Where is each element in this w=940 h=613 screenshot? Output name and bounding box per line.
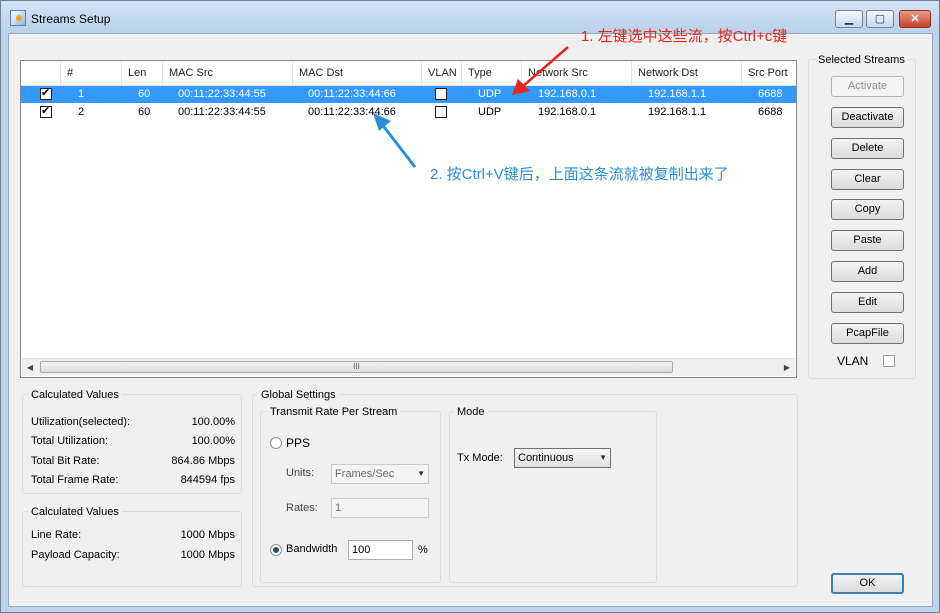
annotation-copy-note: 1. 左键选中这些流，按Ctrl+c键 bbox=[581, 28, 788, 45]
cell-network-dst: 192.168.1.1 bbox=[648, 106, 707, 118]
app-icon bbox=[10, 10, 26, 26]
column-len[interactable]: Len bbox=[122, 61, 163, 85]
vlan-checkbox[interactable] bbox=[435, 88, 447, 100]
scroll-right-icon[interactable]: ▶ bbox=[779, 360, 795, 375]
stream-checkbox[interactable] bbox=[40, 86, 52, 100]
delete-button[interactable]: Delete bbox=[831, 138, 904, 159]
column-src-port[interactable]: Src Port bbox=[742, 61, 796, 85]
column-mac-src[interactable]: MAC Src bbox=[163, 61, 293, 85]
rates-label: Rates: bbox=[286, 502, 318, 514]
payload-capacity-value: 1000 Mbps bbox=[180, 549, 235, 561]
add-button[interactable]: Add bbox=[831, 261, 904, 282]
utilization-selected-label: Utilization(selected): bbox=[31, 416, 131, 428]
rates-input[interactable]: 1 bbox=[331, 498, 429, 518]
total-utilization-label: Total Utilization: bbox=[31, 435, 109, 447]
clear-button[interactable]: Clear bbox=[831, 169, 904, 190]
cell-network-dst: 192.168.1.1 bbox=[648, 88, 707, 100]
mode-title: Mode bbox=[454, 406, 488, 418]
total-utilization-value: 100.00% bbox=[191, 435, 235, 447]
tx-mode-label: Tx Mode: bbox=[457, 452, 503, 464]
utilization-selected-value: 100.00% bbox=[191, 416, 235, 428]
column-network-dst[interactable]: Network Dst bbox=[632, 61, 742, 85]
units-select[interactable]: Frames/Sec ▼ bbox=[331, 464, 429, 484]
calculated-values-title: Calculated Values bbox=[28, 506, 122, 518]
cell-mac-src: 00:11:22:33:44:55 bbox=[178, 88, 266, 100]
title-bar[interactable]: Streams Setup ▁ ▢ ✕ bbox=[1, 1, 939, 33]
vlan-checkbox[interactable] bbox=[435, 106, 447, 118]
streams-list[interactable]: # Len MAC Src MAC Dst VLAN Type Network … bbox=[20, 60, 797, 378]
activate-button[interactable]: Activate bbox=[831, 76, 904, 97]
cell-src-port: 6688 bbox=[758, 106, 783, 118]
ok-button[interactable]: OK bbox=[831, 573, 904, 594]
scroll-left-icon[interactable]: ◀ bbox=[22, 360, 38, 375]
column-number[interactable]: # bbox=[61, 61, 122, 85]
deactivate-button[interactable]: Deactivate bbox=[831, 107, 904, 128]
cell-mac-dst: 00:11:22:33:44:66 bbox=[308, 88, 396, 100]
vlan-checkbox[interactable] bbox=[883, 355, 895, 367]
column-mac-dst[interactable]: MAC Dst bbox=[293, 61, 422, 85]
tx-mode-value: Continuous bbox=[518, 452, 574, 464]
total-bit-rate-label: Total Bit Rate: bbox=[31, 455, 100, 467]
cell-type: UDP bbox=[478, 106, 502, 118]
cell-type: UDP bbox=[478, 88, 502, 100]
cell-number: 1 bbox=[78, 88, 85, 100]
copy-button[interactable]: Copy bbox=[831, 199, 904, 220]
pcapfile-button[interactable]: PcapFile bbox=[831, 323, 904, 344]
units-label: Units: bbox=[286, 467, 315, 479]
cell-network-src: 192.168.0.1 bbox=[538, 106, 597, 118]
mode-group bbox=[449, 411, 657, 583]
bandwidth-radio[interactable] bbox=[270, 544, 282, 556]
tx-mode-select[interactable]: Continuous ▼ bbox=[514, 448, 611, 468]
pps-label: PPS bbox=[286, 436, 311, 450]
list-header: # Len MAC Src MAC Dst VLAN Type Network … bbox=[21, 61, 796, 86]
cell-src-port: 6688 bbox=[758, 88, 783, 100]
streams-setup-window: Streams Setup ▁ ▢ ✕ # Len MAC Src MAC Ds… bbox=[0, 0, 940, 613]
window-title: Streams Setup bbox=[31, 12, 111, 26]
calculated-values-title: Calculated Values bbox=[28, 389, 122, 401]
line-rate-value: 1000 Mbps bbox=[180, 529, 235, 541]
stream-checkbox[interactable] bbox=[40, 104, 52, 118]
total-frame-rate-label: Total Frame Rate: bbox=[31, 474, 119, 486]
line-rate-label: Line Rate: bbox=[31, 529, 82, 541]
scroll-thumb[interactable]: III bbox=[40, 361, 673, 373]
transmit-rate-title: Transmit Rate Per Stream bbox=[267, 406, 401, 418]
chevron-down-icon: ▼ bbox=[417, 469, 425, 478]
column-check[interactable] bbox=[21, 61, 61, 85]
pps-radio[interactable] bbox=[270, 437, 282, 449]
total-frame-rate-value: 844594 fps bbox=[180, 474, 235, 486]
payload-capacity-label: Payload Capacity: bbox=[31, 549, 120, 561]
edit-button[interactable]: Edit bbox=[831, 292, 904, 313]
close-button[interactable]: ✕ bbox=[899, 10, 931, 28]
vlan-label: VLAN bbox=[837, 354, 869, 368]
red-arrow-icon bbox=[512, 46, 569, 95]
bandwidth-input[interactable]: 100 bbox=[348, 540, 413, 560]
minimize-button[interactable]: ▁ bbox=[835, 10, 863, 28]
paste-button[interactable]: Paste bbox=[831, 230, 904, 251]
bandwidth-label: Bandwidth bbox=[286, 543, 338, 555]
percent-label: % bbox=[418, 544, 428, 556]
cell-mac-src: 00:11:22:33:44:55 bbox=[178, 106, 266, 118]
cell-len: 60 bbox=[138, 106, 151, 118]
maximize-button[interactable]: ▢ bbox=[866, 10, 894, 28]
selected-streams-title: Selected Streams bbox=[816, 54, 907, 66]
cell-len: 60 bbox=[138, 88, 151, 100]
table-row[interactable]: 1 60 00:11:22:33:44:55 00:11:22:33:44:66… bbox=[21, 86, 796, 103]
units-value: Frames/Sec bbox=[335, 468, 395, 480]
blue-arrow-icon bbox=[373, 113, 417, 168]
column-vlan[interactable]: VLAN bbox=[422, 61, 462, 85]
horizontal-scrollbar[interactable]: ◀ III ▶ bbox=[22, 358, 795, 376]
chevron-down-icon: ▼ bbox=[599, 453, 607, 462]
cell-number: 2 bbox=[78, 106, 85, 118]
annotation-paste-note: 2. 按Ctrl+V键后，上面这条流就被复制出来了 bbox=[430, 166, 729, 183]
global-settings-title: Global Settings bbox=[258, 389, 339, 401]
total-bit-rate-value: 864.86 Mbps bbox=[171, 455, 235, 467]
